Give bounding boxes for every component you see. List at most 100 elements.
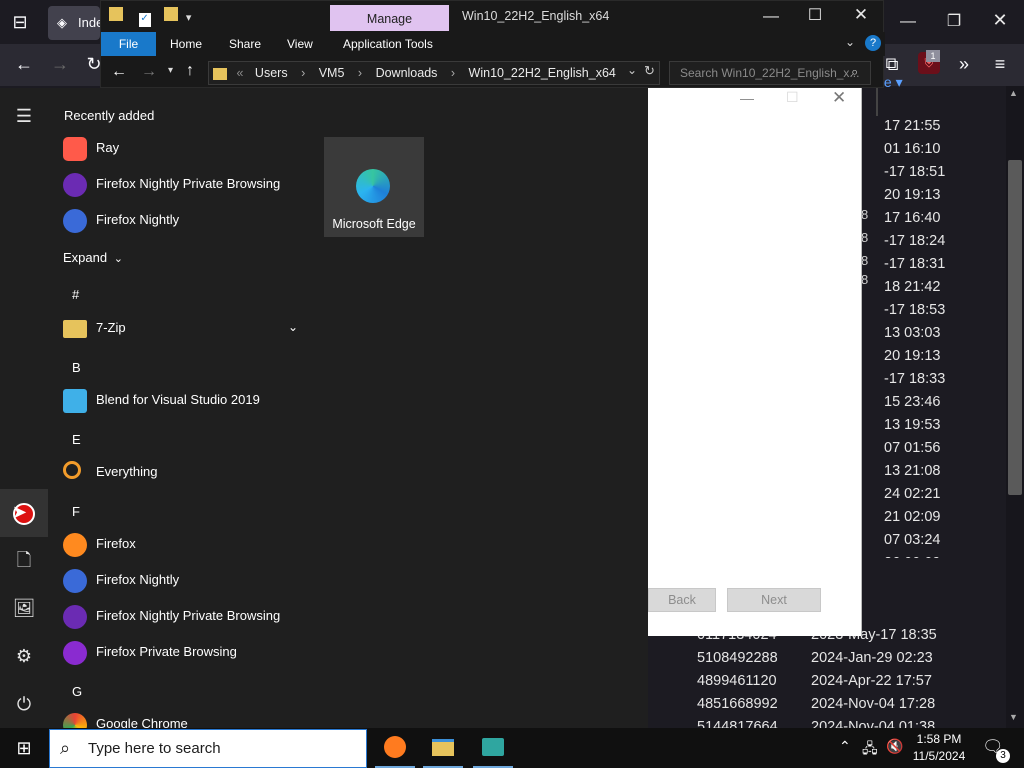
ribbon-tab-home[interactable]: Home	[170, 32, 202, 56]
show-hidden-icons-chevron-icon[interactable]: ⌃	[839, 738, 851, 755]
address-dropdown-icon[interactable]: ⌄	[627, 63, 637, 77]
file-date: 13 19:53	[884, 417, 941, 433]
back-arrow-icon[interactable]: ←	[10, 50, 38, 78]
folder-icon	[63, 320, 87, 338]
folder-icon[interactable]	[109, 7, 123, 21]
settings-gear-icon[interactable]: ⚙	[0, 632, 48, 680]
size-fragment: 8	[861, 207, 869, 222]
browser-close-button[interactable]: ✕	[980, 11, 1020, 29]
power-icon[interactable]: ⏻	[0, 680, 48, 728]
dialog-close-button[interactable]: ✕	[832, 88, 846, 108]
section-letter-b[interactable]: B	[72, 360, 81, 375]
nav-back-icon[interactable]: ←	[111, 63, 127, 81]
app-firefox-nightly-recent[interactable]: Firefox Nightly	[48, 203, 312, 239]
quick-access-toolbar: ✓ ▾	[109, 7, 191, 27]
scroll-down-icon[interactable]: ▼	[1009, 712, 1018, 722]
file-date: 15 23:46	[884, 394, 941, 410]
scrollbar-thumb[interactable]	[1008, 160, 1022, 495]
breadcrumb-downloads[interactable]: Downloads	[376, 66, 438, 80]
scroll-up-icon[interactable]: ▲	[1009, 88, 1018, 98]
browser-restore-button[interactable]: ❐	[934, 14, 974, 30]
dialog-minimize-button[interactable]: —	[740, 90, 754, 106]
table-row[interactable]: 4899461120 2024-Apr-22 17:57	[660, 673, 1006, 695]
tab-list-icon[interactable]: ⊟	[6, 8, 34, 36]
nav-forward-icon[interactable]: →	[141, 63, 157, 81]
explorer-search-input[interactable]: Search Win10_22H2_English_x...	[669, 61, 871, 85]
app-ray[interactable]: Ray	[48, 131, 312, 167]
qat-dropdown-icon[interactable]: ▾	[186, 12, 192, 24]
firefox-nightly-icon	[63, 569, 87, 593]
file-date: 21 02:09	[884, 509, 941, 525]
breadcrumb-vm5[interactable]: VM5	[319, 66, 345, 80]
app-google-chrome[interactable]: Google Chrome	[48, 707, 312, 728]
section-letter-g[interactable]: G	[72, 684, 82, 699]
up-folder-icon[interactable]: ↑	[186, 62, 194, 80]
app-firefox-nightly-private-browsing[interactable]: Firefox Nightly Private Browsing	[48, 599, 312, 635]
app-7zip[interactable]: 7-Zip ⌄	[48, 311, 312, 347]
properties-icon[interactable]: ✓	[138, 13, 151, 27]
documents-icon[interactable]: 🗋	[0, 536, 48, 584]
browser-minimize-button[interactable]: —	[888, 14, 928, 30]
volume-muted-icon[interactable]: 🔇	[886, 738, 903, 755]
taskbar-clock[interactable]: 1:58 PM 11/5/2024	[905, 731, 973, 765]
section-letter-hash[interactable]: #	[72, 287, 79, 302]
help-icon[interactable]: ?	[865, 35, 881, 51]
ribbon-expand-icon[interactable]: ⌄	[845, 35, 855, 49]
app-firefox[interactable]: Firefox	[48, 527, 312, 563]
new-folder-icon[interactable]	[164, 7, 179, 21]
app-firefox-private-browsing[interactable]: Firefox Private Browsing	[48, 635, 312, 671]
pictures-icon[interactable]: 🖼	[0, 584, 48, 632]
manage-contextual-tab[interactable]: Manage	[330, 5, 449, 31]
expand-button[interactable]: Expand ⌄	[63, 250, 123, 265]
start-hamburger-icon[interactable]: ☰	[0, 92, 48, 140]
size-fragment: 8	[861, 272, 869, 287]
file-date: 07 01:56	[884, 440, 941, 456]
network-icon[interactable]: 🖧	[862, 738, 878, 762]
blend-icon	[63, 389, 87, 413]
overflow-chevrons-icon[interactable]: »	[950, 50, 978, 78]
taskbar-firefox[interactable]	[371, 728, 419, 768]
dialog-next-button[interactable]: Next	[727, 588, 821, 612]
microsoft-edge-tile[interactable]: Microsoft Edge	[324, 137, 424, 237]
windows-start-icon[interactable]: ⊞	[0, 728, 48, 768]
recent-locations-icon[interactable]: ▾	[168, 65, 173, 76]
app-blend[interactable]: Blend for Visual Studio 2019	[48, 383, 312, 419]
hamburger-menu-icon[interactable]: ≡	[986, 50, 1014, 78]
app-everything[interactable]: Everything	[48, 455, 312, 491]
app-firefox-nightly[interactable]: Firefox Nightly	[48, 563, 312, 599]
ribbon-tab-view[interactable]: View	[287, 32, 313, 56]
ribbon-tab-share[interactable]: Share	[229, 32, 261, 56]
file-date: 01 16:10	[884, 141, 941, 157]
firefox-private-icon	[63, 605, 87, 629]
column-divider	[876, 88, 878, 116]
dialog-back-button[interactable]: Back	[648, 588, 716, 612]
chevron-down-icon[interactable]: ⌄	[288, 320, 298, 334]
tab-favicon-icon: ◈	[57, 15, 67, 30]
section-letter-f[interactable]: F	[72, 504, 80, 519]
ribbon-tab-file[interactable]: File	[101, 32, 156, 56]
browser-tab[interactable]: ◈ Inde	[48, 6, 100, 40]
setup-icon	[482, 738, 504, 756]
size-fragment: 8	[861, 253, 869, 268]
ribbon-tab-application-tools[interactable]: Application Tools	[343, 32, 433, 56]
taskbar-search-input[interactable]: ⌕ Type here to search	[49, 729, 367, 768]
table-row[interactable]: 5108492288 2024-Jan-29 02:23	[660, 650, 1006, 672]
address-bar[interactable]: « Users › VM5 › Downloads › Win10_22H2_E…	[208, 61, 660, 85]
size-fragment: 8	[861, 230, 869, 245]
file-date: -17 18:33	[884, 371, 946, 387]
explorer-maximize-button[interactable]: ☐	[795, 8, 835, 24]
explorer-minimize-button[interactable]: —	[751, 9, 791, 25]
forward-arrow-icon[interactable]: →	[46, 50, 74, 78]
taskbar-setup[interactable]	[469, 728, 517, 768]
table-row[interactable]: 4851668992 2024-Nov-04 17:28	[660, 696, 1006, 718]
app-firefox-nightly-private-browsing-recent[interactable]: Firefox Nightly Private Browsing	[48, 167, 312, 203]
explorer-close-button[interactable]: ✕	[841, 6, 881, 23]
address-refresh-icon[interactable]: ↻	[644, 63, 655, 79]
breadcrumb-users[interactable]: Users	[255, 66, 288, 80]
taskbar-file-explorer[interactable]	[419, 728, 467, 768]
firefox-private-icon	[63, 173, 87, 197]
breadcrumb-current-folder[interactable]: Win10_22H2_English_x64	[469, 66, 616, 80]
recently-added-header: Recently added	[64, 108, 155, 123]
file-date: 20 19:13	[884, 348, 941, 364]
section-letter-e[interactable]: E	[72, 432, 81, 447]
